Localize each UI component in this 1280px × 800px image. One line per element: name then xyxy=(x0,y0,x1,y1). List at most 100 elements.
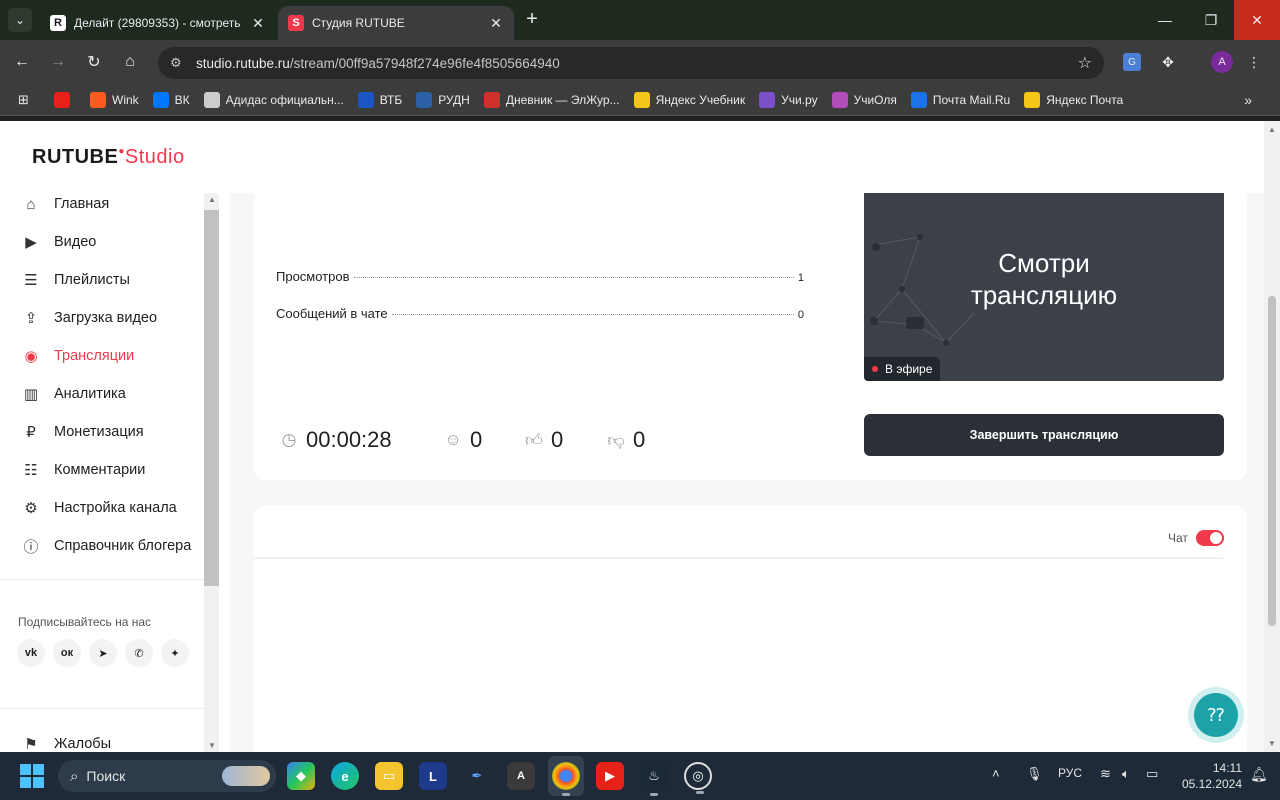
sidebar-item-info[interactable]: ⓘ Справочник блогера xyxy=(22,537,191,556)
sidebar-item-comments[interactable]: ☷ Комментарии xyxy=(22,461,145,479)
chrome-menu-button[interactable]: ⋮ xyxy=(1242,50,1266,74)
viber-social-icon[interactable]: ✆ xyxy=(125,639,153,667)
sidebar-item-upload[interactable]: ⇪ Загрузка видео xyxy=(22,309,157,327)
taskbar-search[interactable]: ⌕ Поиск xyxy=(58,760,276,792)
more-vertical-icon: ⋮ xyxy=(1247,53,1261,70)
forward-button[interactable]: → xyxy=(46,50,70,74)
dzen-social-icon[interactable]: ✦ xyxy=(161,639,189,667)
bookmark-item[interactable]: УчиОля xyxy=(831,91,897,108)
end-stream-button[interactable]: Завершить трансляцию xyxy=(864,414,1224,456)
translate-icon: G xyxy=(1123,53,1141,71)
sidebar-scrollbar[interactable]: ▲ ▼ xyxy=(204,193,219,752)
sidebar-item-analytics[interactable]: ▥ Аналитика xyxy=(22,385,126,403)
pen-app-icon[interactable]: ✒ xyxy=(463,762,491,790)
bookmark-item[interactable]: Почта Mail.Ru xyxy=(910,91,1010,108)
scroll-up-icon[interactable]: ▲ xyxy=(1268,125,1276,134)
windows-start-button[interactable] xyxy=(20,764,44,788)
ruble-icon: ₽ xyxy=(26,424,36,441)
sidebar-item-label: Плейлисты xyxy=(54,272,130,288)
address-bar[interactable]: ⚙ studio.rutube.ru/stream/00ff9a57948f27… xyxy=(158,47,1104,79)
edge-app-icon[interactable]: e xyxy=(331,762,359,790)
scroll-down-icon[interactable]: ▼ xyxy=(1268,739,1276,748)
apps-grid-icon[interactable]: ⊞ xyxy=(18,92,34,108)
scroll-up-icon[interactable]: ▲ xyxy=(208,195,216,204)
steam-app-icon[interactable]: ♨ xyxy=(640,762,668,796)
rutube-studio-logo[interactable]: RUTUBE●Studio xyxy=(32,146,185,169)
chevron-up-icon[interactable]: ˄ xyxy=(992,766,1000,781)
scroll-down-icon[interactable]: ▼ xyxy=(208,741,216,750)
translate-button[interactable]: G xyxy=(1120,50,1144,74)
notification-bell-icon[interactable]: 🔔︎ xyxy=(1250,766,1268,783)
close-icon[interactable]: ✕ xyxy=(488,15,504,32)
page-scrollbar[interactable]: ▲ ▼ xyxy=(1264,121,1280,752)
close-icon[interactable]: ✕ xyxy=(250,15,266,32)
volume-icon[interactable]: 🔈︎ xyxy=(1122,766,1130,782)
bookmark-item[interactable]: Адидас официальн... xyxy=(203,91,344,108)
wifi-icon[interactable]: ≋ xyxy=(1100,766,1111,782)
sidebar-item-broadcast[interactable]: ◉ Трансляции xyxy=(22,347,134,365)
window-close-button[interactable]: ✕ xyxy=(1234,0,1280,40)
tab-delight[interactable]: R Делайт (29809353) - смотреть ✕ xyxy=(40,6,276,40)
follow-label: Подписывайтесь на нас xyxy=(18,615,152,629)
chevron-right-icon[interactable]: » xyxy=(1244,92,1252,108)
tab-search-button[interactable]: ⌄ xyxy=(8,8,32,32)
url-path: /stream/00ff9a57948f274e96fe4f8505664940 xyxy=(289,55,560,71)
battery-icon[interactable]: ▭ xyxy=(1146,766,1158,782)
bookmark-item[interactable]: Учи.ру xyxy=(759,91,818,108)
restore-button[interactable]: ❐ xyxy=(1188,0,1234,40)
system-clock[interactable]: 14:11 05.12.2024 xyxy=(1176,760,1242,792)
bookmark-item[interactable]: Яндекс Почта xyxy=(1024,91,1123,108)
clock-icon: ◷ xyxy=(281,430,297,449)
sidebar-item-complaints[interactable]: ⚑ Жалобы xyxy=(22,735,111,752)
tab-studio-rutube[interactable]: S Студия RUTUBE ✕ xyxy=(278,6,514,40)
file-explorer-app-icon[interactable]: ▭ xyxy=(375,762,403,790)
a-app-icon[interactable]: A xyxy=(507,762,535,790)
back-button[interactable]: ← xyxy=(10,50,34,74)
bookmark-item[interactable] xyxy=(54,91,76,108)
home-button[interactable]: ⌂ xyxy=(118,50,142,74)
stream-preview[interactable]: Смотри трансляцию В эфире xyxy=(864,193,1224,381)
copilot-app-icon[interactable]: ◆ xyxy=(287,762,315,790)
chat-card xyxy=(254,505,1247,752)
info-icon: ⓘ xyxy=(23,538,39,556)
launcher-app-icon[interactable]: L xyxy=(419,762,447,790)
profile-button[interactable]: A xyxy=(1210,50,1234,74)
obs-app-icon[interactable]: ◎ xyxy=(684,762,712,794)
home-icon: ⌂ xyxy=(125,53,135,70)
language-indicator[interactable]: РУС xyxy=(1058,766,1082,780)
chat-toggle[interactable] xyxy=(1196,530,1224,546)
support-chat-button[interactable]: ⁇ xyxy=(1188,687,1244,743)
uchi-icon xyxy=(759,91,776,108)
sidebar-item-video[interactable]: ▶ Видео xyxy=(22,233,96,251)
bookmark-star-icon[interactable]: ☆ xyxy=(1078,53,1092,73)
live-badge: В эфире xyxy=(864,357,941,381)
sidebar-item-ruble[interactable]: ₽ Монетизация xyxy=(22,423,143,441)
vk-icon xyxy=(152,91,169,108)
diary-icon xyxy=(483,91,500,108)
bookmark-item[interactable]: Дневник — ЭлЖур... xyxy=(483,91,620,108)
metric-likes: 👍︎ 0 xyxy=(523,427,563,453)
bookmark-item[interactable]: Wink xyxy=(90,91,139,108)
ok-social-icon[interactable]: ок xyxy=(53,639,81,667)
youtube-app-icon[interactable]: ▶ xyxy=(596,762,624,790)
sidebar-item-home[interactable]: ⌂ Главная xyxy=(22,195,109,213)
vk-social-icon[interactable]: vk xyxy=(17,639,45,667)
telegram-social-icon[interactable]: ➤ xyxy=(89,639,117,667)
arrow-left-icon: ← xyxy=(14,53,30,70)
site-info-icon[interactable]: ⚙ xyxy=(170,55,186,71)
bookmark-item[interactable]: Яндекс Учебник xyxy=(633,91,745,108)
bookmark-item[interactable]: ВТБ xyxy=(357,91,402,108)
new-tab-button[interactable]: + xyxy=(520,8,544,31)
chrome-app-icon[interactable] xyxy=(552,762,580,796)
extensions-button[interactable]: ✥ xyxy=(1156,50,1180,74)
sidebar-item-gear[interactable]: ⚙ Настройка канала xyxy=(22,499,176,517)
studio-page: RUTUBE●Studio ⊞ 🔔︎ ⌂Главная▶Видео☰Плейли… xyxy=(0,121,1264,752)
bookmarks-bar: ⊞ Wink ВК Адидас официальн... ВТБ РУДН Дневни… xyxy=(0,84,1280,116)
microphone-icon[interactable]: 🎙︎ xyxy=(1026,766,1043,782)
sidebar-item-playlist[interactable]: ☰ Плейлисты xyxy=(22,271,130,289)
bookmark-item[interactable]: РУДН xyxy=(416,91,470,108)
sidebar-item-label: Загрузка видео xyxy=(54,310,158,326)
bookmark-item[interactable]: ВК xyxy=(152,91,190,108)
minimize-button[interactable]: — xyxy=(1142,0,1188,40)
reload-button[interactable]: ↻ xyxy=(82,50,106,74)
